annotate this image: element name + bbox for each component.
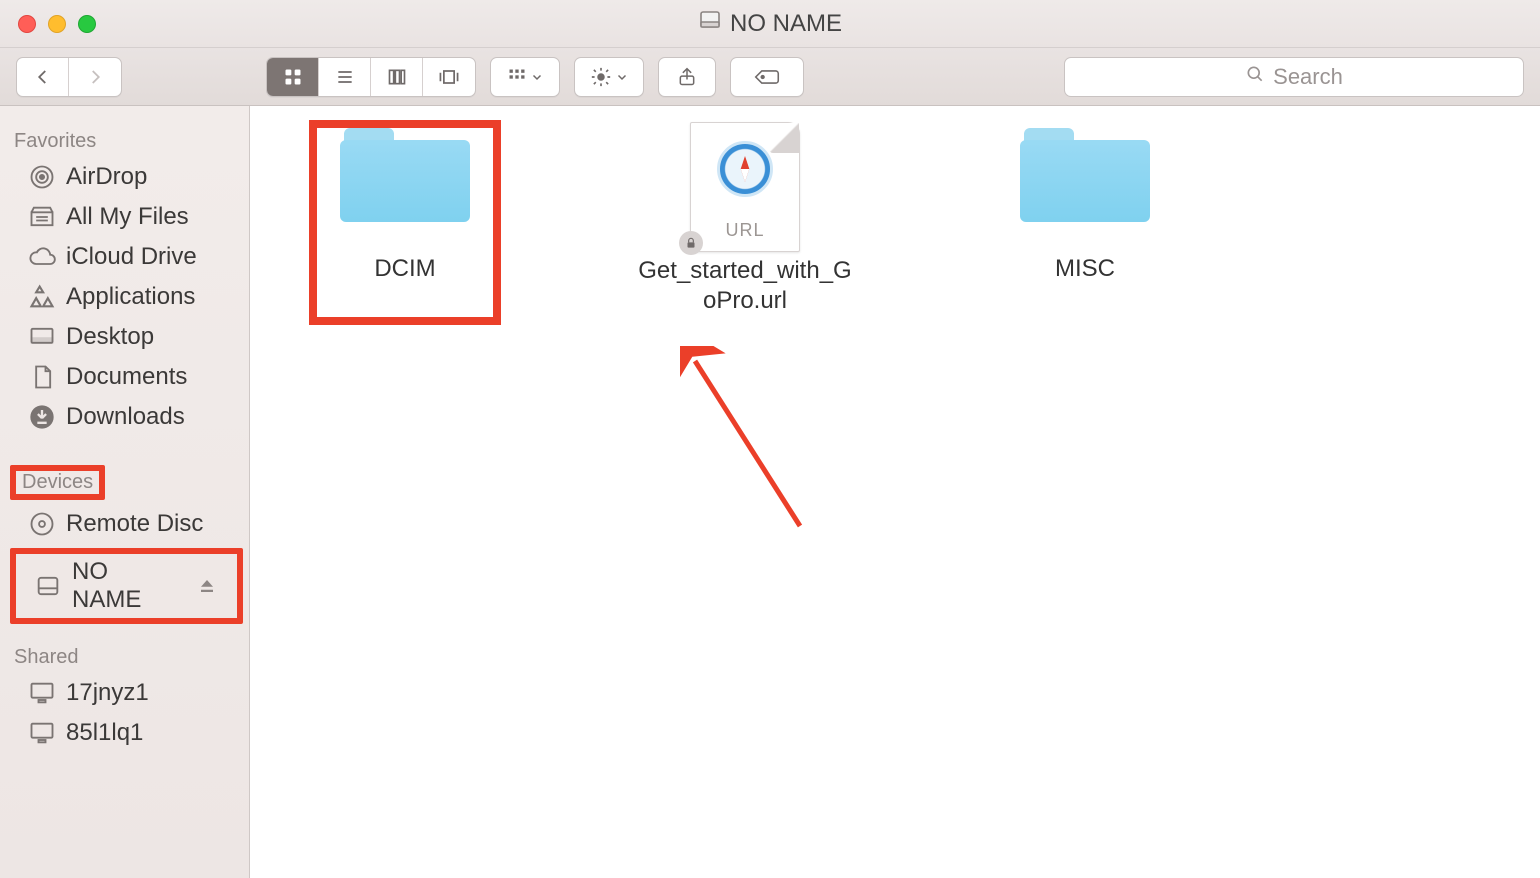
sidebar-item-label: Desktop — [66, 323, 154, 351]
sidebar-item-label: 17jnyz1 — [66, 679, 149, 707]
sidebar-item-airdrop[interactable]: AirDrop — [0, 157, 249, 197]
file-browser[interactable]: DCIM URL Get_started_with_GoPro.url MISC — [250, 106, 1540, 878]
sidebar-item-label: iCloud Drive — [66, 243, 197, 271]
downloads-icon — [28, 403, 56, 431]
sidebar-item-label: 85l1lq1 — [66, 719, 143, 747]
forward-button[interactable] — [69, 58, 121, 96]
sidebar-item-desktop[interactable]: Desktop — [0, 317, 249, 357]
cloud-icon — [28, 243, 56, 271]
search-placeholder: Search — [1273, 64, 1343, 90]
folder-icon — [340, 122, 470, 222]
icon-view-button[interactable] — [267, 58, 319, 96]
folder-icon — [1020, 122, 1150, 222]
url-file-icon: URL — [690, 122, 800, 252]
sidebar-item-label: All My Files — [66, 203, 189, 231]
sidebar-item-documents[interactable]: Documents — [0, 357, 249, 397]
apps-icon — [28, 283, 56, 311]
sidebar-item-shared-0[interactable]: 17jnyz1 — [0, 673, 249, 713]
computer-icon — [28, 719, 56, 747]
safari-compass-icon — [717, 141, 773, 197]
documents-icon — [28, 363, 56, 391]
sidebar-item-applications[interactable]: Applications — [0, 277, 249, 317]
tags-button[interactable] — [730, 57, 804, 97]
toolbar: Search — [0, 48, 1540, 106]
drive-icon — [698, 8, 722, 39]
file-item-dcim[interactable]: DCIM — [290, 122, 520, 316]
window-titlebar: NO NAME — [0, 0, 1540, 48]
computer-icon — [28, 679, 56, 707]
back-button[interactable] — [17, 58, 69, 96]
sidebar: Favorites AirDrop All My Files iCloud Dr… — [0, 106, 250, 878]
sidebar-item-label: AirDrop — [66, 163, 147, 191]
sidebar-item-label: Remote Disc — [66, 510, 203, 538]
sidebar-item-label: Applications — [66, 283, 195, 311]
view-mode-segment — [266, 57, 476, 97]
sidebar-item-downloads[interactable]: Downloads — [0, 397, 249, 437]
column-view-button[interactable] — [371, 58, 423, 96]
section-shared-label: Shared — [14, 646, 249, 669]
minimize-window-button[interactable] — [48, 15, 66, 33]
lock-icon — [679, 231, 703, 255]
sidebar-item-label: Downloads — [66, 403, 185, 431]
eject-icon[interactable] — [193, 577, 221, 595]
file-label: Get_started_with_GoPro.url — [635, 256, 855, 316]
sidebar-item-allmyfiles[interactable]: All My Files — [0, 197, 249, 237]
sidebar-item-label: Documents — [66, 363, 187, 391]
sidebar-item-label: NO NAME — [72, 558, 183, 614]
sidebar-item-shared-1[interactable]: 85l1lq1 — [0, 713, 249, 753]
action-button[interactable] — [574, 57, 644, 97]
disc-icon — [28, 510, 56, 538]
section-favorites-label: Favorites — [14, 130, 249, 153]
search-field[interactable]: Search — [1064, 57, 1524, 97]
coverflow-view-button[interactable] — [423, 58, 475, 96]
annotation-arrow — [680, 346, 830, 546]
sidebar-item-noname[interactable]: NO NAME — [10, 548, 243, 624]
url-badge-text: URL — [691, 220, 799, 241]
share-button[interactable] — [658, 57, 716, 97]
allfiles-icon — [28, 203, 56, 231]
drive-icon — [34, 572, 62, 600]
search-icon — [1245, 64, 1265, 90]
list-view-button[interactable] — [319, 58, 371, 96]
sidebar-item-remotedisc[interactable]: Remote Disc — [0, 504, 249, 544]
airdrop-icon — [28, 163, 56, 191]
file-item-gopro-url[interactable]: URL Get_started_with_GoPro.url — [630, 122, 860, 316]
close-window-button[interactable] — [18, 15, 36, 33]
sidebar-item-icloud[interactable]: iCloud Drive — [0, 237, 249, 277]
nav-buttons — [16, 57, 122, 97]
window-title: NO NAME — [730, 10, 842, 38]
zoom-window-button[interactable] — [78, 15, 96, 33]
file-label: MISC — [1055, 254, 1115, 284]
window-controls — [18, 15, 96, 33]
file-item-misc[interactable]: MISC — [970, 122, 1200, 316]
desktop-icon — [28, 323, 56, 351]
section-devices-label: Devices — [10, 465, 105, 500]
arrange-button[interactable] — [490, 57, 560, 97]
